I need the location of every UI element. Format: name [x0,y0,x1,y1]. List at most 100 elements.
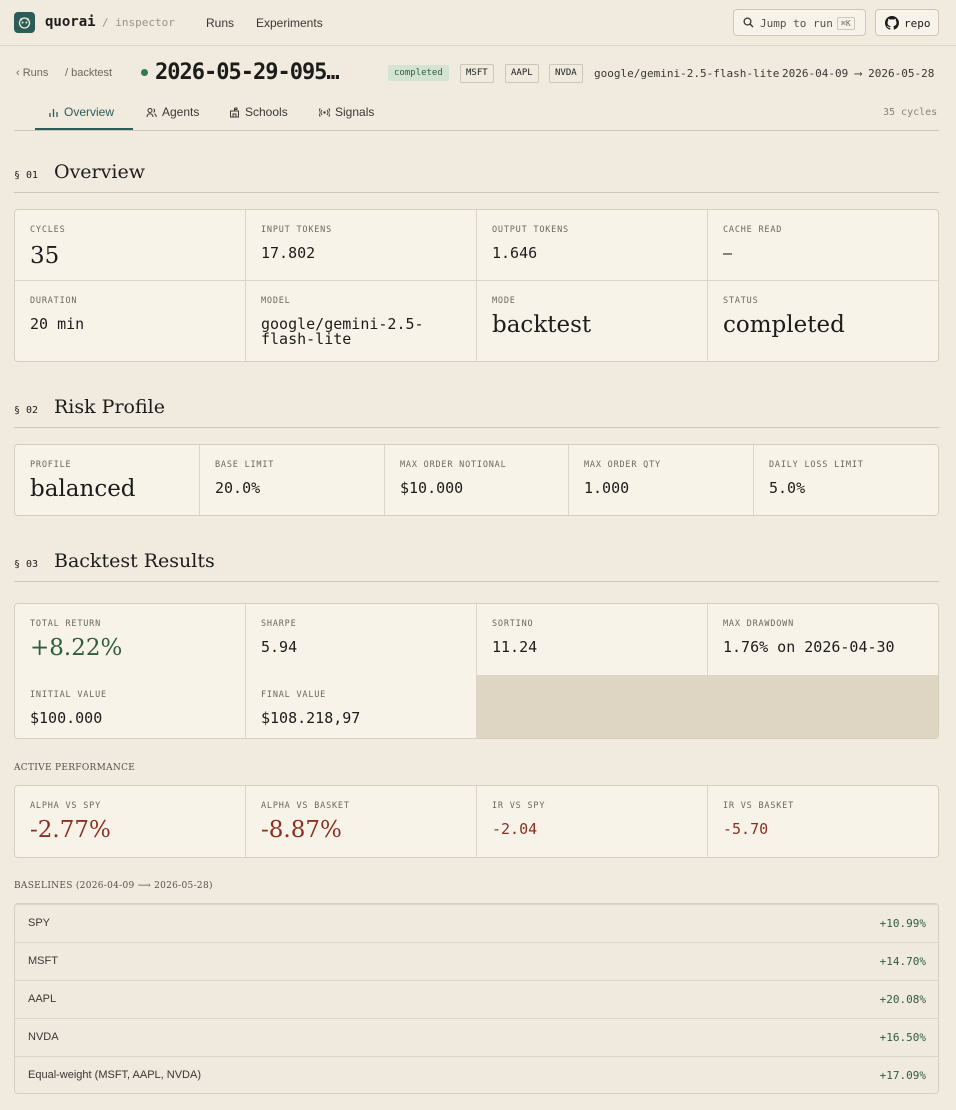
jump-to-run-label: Jump to run [760,17,833,30]
baseline-name: Equal-weight (MSFT, AAPL, NVDA) [28,1069,202,1081]
brand-name[interactable]: quorai [45,14,96,30]
tab-schools-label: Schools [245,105,288,119]
ticker-badge-msft: MSFT [460,64,494,83]
metric-mode: Mode backtest [477,281,708,361]
metric-label: Base limit [215,460,275,470]
metric-value: $108.218,97 [261,709,361,727]
metric-label: Cache read [723,225,783,235]
section-divider [14,581,939,582]
metric-value: 1.646 [492,244,538,262]
metric-label: IR vs basket [723,801,795,811]
breadcrumb-mode[interactable]: / backtest [65,67,112,79]
metric-alpha-vs-spy: Alpha vs SPY -2.77% [15,786,246,857]
jump-to-run-button[interactable]: Jump to run ⌘K [733,9,866,36]
metric-label: Status [723,296,759,306]
tab-signals[interactable]: Signals [319,105,374,119]
active-performance-card: Alpha vs SPY -2.77% Alpha vs basket -8.8… [14,785,939,858]
tab-agents[interactable]: Agents [146,105,199,119]
metric-model: Model google/gemini-2.5- flash-lite [246,281,477,361]
metric-value: completed [723,312,845,338]
tabs-divider [14,130,939,131]
tab-schools[interactable]: Schools [229,105,288,119]
tab-agents-label: Agents [162,105,200,119]
metric-daily-loss-limit: Daily loss limit 5.0% [754,445,938,515]
metric-sortino: Sortino 11.24 [477,604,708,675]
metric-value: 1.76% on 2026-04-30 [723,638,895,656]
metric-value: 35 [30,243,60,269]
metric-label: Sharpe [261,619,297,629]
metric-label: Final value [261,690,327,700]
metric-label: Output tokens [492,225,569,235]
metric-label: Cycles [30,225,66,235]
metric-value-continued: flash-lite [261,330,352,348]
metric-label: Max order qty [584,460,661,470]
metric-value: 20.0% [215,479,261,497]
metric-label: Total return [30,619,102,629]
metric-value: +8.22% [30,635,123,661]
signal-icon [319,107,330,117]
tab-overview[interactable]: Overview [48,105,114,119]
quorai-logo-icon[interactable] [14,12,35,33]
status-dot [141,69,148,76]
baselines-table: SPY +10.99% MSFT +14.70% AAPL +20.08% NV… [14,903,939,1094]
tab-signals-label: Signals [335,105,375,119]
breadcrumb-runs[interactable]: ‹ Runs [16,67,48,79]
bar-chart-icon [49,108,58,117]
repo-button[interactable]: repo [875,9,939,36]
search-icon [743,17,754,28]
metric-cycles: Cycles 35 [15,210,246,281]
metric-value: 11.24 [492,638,538,656]
metric-value: $100.000 [30,709,103,727]
baseline-name: NVDA [28,1031,59,1043]
active-performance-heading: ACTIVE PERFORMANCE [14,763,136,773]
metric-max-order-notional: Max order notional $10.000 [385,445,569,515]
baselines-heading: BASELINES (2026-04-09 ⟶ 2026-05-28) [14,881,213,891]
metric-label: Mode [492,296,516,306]
metric-value: $10.000 [400,479,464,497]
baseline-name: SPY [28,917,51,929]
ticker-badge-aapl: AAPL [505,64,539,83]
metric-base-limit: Base limit 20.0% [200,445,385,515]
baseline-row: MSFT +14.70% [15,942,938,980]
section-number: § 01 [14,170,39,181]
metric-label: Daily loss limit [769,460,864,470]
brand-section: / inspector [102,16,175,29]
metric-label: Initial value [30,690,107,700]
metric-max-drawdown: Max drawdown 1.76% on 2026-04-30 [708,604,938,675]
metric-input-tokens: Input tokens 17.802 [246,210,477,281]
metric-cache-read: Cache read — [708,210,938,281]
section-divider [14,192,939,193]
metric-label: IR vs SPY [492,801,546,811]
metric-label: Max drawdown [723,619,795,629]
run-model: google/gemini-2.5-flash-lite [594,67,780,80]
backtest-card: Total return +8.22% Sharpe 5.94 Sortino … [14,603,939,739]
section-divider [14,427,939,428]
metric-label: Alpha vs SPY [30,801,102,811]
metric-value: -8.87% [261,817,342,843]
baseline-row: Equal-weight (MSFT, AAPL, NVDA) +17.09% [15,1056,938,1093]
metric-label: Input tokens [261,225,333,235]
metric-max-order-qty: Max order qty 1.000 [569,445,754,515]
status-badge: completed [388,65,449,81]
school-icon [230,107,239,117]
metric-label: Model [261,296,291,306]
metric-profile: Profile balanced [15,445,200,515]
metric-label: Duration [30,296,78,306]
section-title-risk-profile: Risk Profile [54,396,165,418]
section-title-backtest-results: Backtest Results [54,550,215,572]
baseline-return: +14.70% [879,955,926,968]
metric-total-return: Total return +8.22% [15,604,246,675]
run-title: 2026-05-29-095… [155,60,340,85]
metric-value: 5.0% [769,479,806,497]
baseline-name: MSFT [28,955,58,967]
nav-runs[interactable]: Runs [206,16,234,30]
metric-value: — [723,244,733,262]
metric-output-tokens: Output tokens 1.646 [477,210,708,281]
metric-value: backtest [492,312,592,338]
overview-card: Cycles 35 Input tokens 17.802 Output tok… [14,209,939,362]
nav-experiments[interactable]: Experiments [256,16,323,30]
cycles-count: 35 cycles [883,107,938,118]
section-number: § 03 [14,559,39,570]
metric-value: 20 min [30,315,85,333]
baseline-row: AAPL +20.08% [15,980,938,1018]
